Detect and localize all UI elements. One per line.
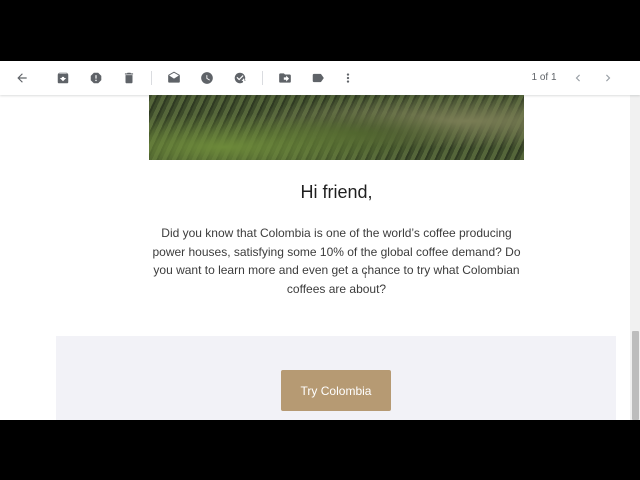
newer-button[interactable] xyxy=(567,67,589,89)
more-vert-icon xyxy=(346,73,350,83)
envelope-icon xyxy=(168,71,180,83)
clock-icon xyxy=(201,72,213,84)
archive-icon xyxy=(57,72,69,84)
toolbar-divider xyxy=(151,71,152,85)
try-colombia-button[interactable]: Try Colombia xyxy=(281,370,391,411)
email-paragraph: Did you know that Colombia is one of the… xyxy=(152,226,521,296)
archive-button[interactable] xyxy=(52,67,74,89)
back-button[interactable] xyxy=(11,67,33,89)
report-spam-icon xyxy=(90,72,102,84)
label-button[interactable] xyxy=(307,67,329,89)
arrow-left-icon xyxy=(17,73,27,83)
label-icon xyxy=(312,73,324,83)
chevron-left-icon xyxy=(575,74,580,82)
email-body: Hi friend, Did you know that Colombia is… xyxy=(0,95,630,420)
message-toolbar: 1 of 1 xyxy=(0,61,640,95)
chevron-right-icon xyxy=(606,74,611,82)
report-spam-button[interactable] xyxy=(85,67,107,89)
snooze-button[interactable] xyxy=(196,67,218,89)
delete-button[interactable] xyxy=(118,67,140,89)
add-task-button[interactable] xyxy=(229,67,251,89)
scrollbar[interactable] xyxy=(630,95,640,420)
coffee-forest-image xyxy=(149,95,524,160)
trash-icon xyxy=(124,72,134,84)
older-button[interactable] xyxy=(597,67,619,89)
pager-count: 1 of 1 xyxy=(531,72,557,83)
scrollbar-thumb[interactable] xyxy=(632,331,639,420)
task-add-icon xyxy=(234,72,246,84)
email-view: 1 of 1 Hi friend, Did you know that Colo… xyxy=(0,61,640,420)
folder-move-icon xyxy=(279,73,291,83)
mark-unread-button[interactable] xyxy=(163,67,185,89)
more-options-button[interactable] xyxy=(337,67,359,89)
move-to-button[interactable] xyxy=(274,67,296,89)
email-greeting: Hi friend, xyxy=(300,182,373,202)
toolbar-divider xyxy=(262,71,263,85)
cta-panel: Try Colombia xyxy=(56,336,616,420)
text-cursor-icon: I xyxy=(364,270,367,280)
